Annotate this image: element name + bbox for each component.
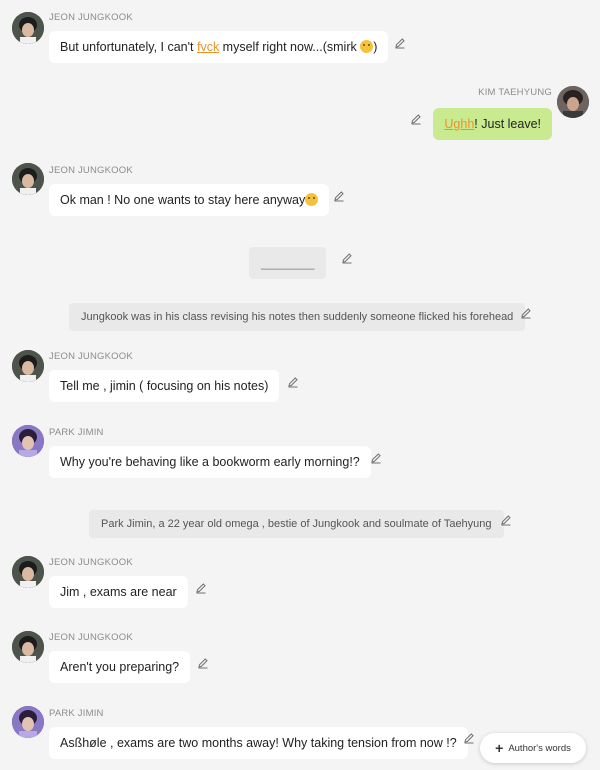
plus-icon: + (495, 740, 504, 756)
jimin-avatar[interactable] (12, 706, 44, 738)
narration-text: Jungkook was in his class revising his n… (69, 303, 526, 331)
message-bubble: Ok man ! No one wants to stay here anywa… (49, 184, 330, 216)
message-bubble: But unfortunately, I can't fvck myself r… (49, 31, 389, 63)
edit-pencil-icon[interactable] (410, 113, 422, 125)
highlighted-word: fvck (196, 40, 220, 54)
sender-name: JEON JUNGKOOK (49, 351, 133, 362)
message-bubble: Tell me , jimin ( focusing on his notes) (49, 370, 280, 402)
rolling-eyes-emoji-icon (305, 193, 319, 206)
message-text: ! Just leave! (474, 117, 541, 131)
message-bubble: Asßhøle , exams are two months away! Why… (49, 727, 468, 759)
message-text: Aren't you preparing? (60, 660, 180, 674)
edit-pencil-icon[interactable] (394, 37, 406, 49)
authors-words-label: Author's words (508, 742, 571, 754)
message-text: Jim , exams are near (60, 585, 177, 599)
message-text: Asßhøle , exams are two months away! Why… (60, 736, 457, 750)
edit-pencil-icon[interactable] (197, 657, 209, 669)
message-bubble: Aren't you preparing? (49, 651, 191, 683)
edit-pencil-icon[interactable] (341, 252, 353, 264)
edit-pencil-icon[interactable] (333, 190, 345, 202)
narration-text: Park Jimin, a 22 year old omega , bestie… (89, 510, 504, 538)
message-bubble: Ughh! Just leave! (433, 108, 552, 140)
message-text: Why you're behaving like a bookworm earl… (60, 455, 360, 469)
jimin-avatar[interactable] (12, 425, 44, 457)
edit-pencil-icon[interactable] (195, 582, 207, 594)
jungkook-avatar[interactable] (12, 12, 44, 44)
edit-pencil-icon[interactable] (500, 514, 512, 526)
blank-bubble: ________ (249, 247, 327, 279)
message-text: ) (373, 40, 378, 54)
jungkook-avatar[interactable] (12, 631, 44, 663)
edit-pencil-icon[interactable] (287, 376, 299, 388)
sender-name: JEON JUNGKOOK (49, 632, 133, 643)
edit-pencil-icon[interactable] (520, 307, 532, 319)
jungkook-avatar[interactable] (12, 350, 44, 382)
smirk-emoji-icon (360, 40, 374, 53)
taehyung-avatar[interactable] (557, 86, 589, 118)
highlighted-word: Ughh (444, 117, 475, 131)
authors-words-button[interactable]: + Author's words (480, 733, 586, 763)
message-text: Ok man ! No one wants to stay here anywa… (60, 193, 306, 207)
sender-name: JEON JUNGKOOK (49, 557, 133, 568)
edit-pencil-icon[interactable] (370, 452, 382, 464)
jungkook-avatar[interactable] (12, 556, 44, 588)
message-bubble: Why you're behaving like a bookworm earl… (49, 446, 371, 478)
message-text: But unfortunately, I can't (60, 40, 197, 54)
sender-name: PARK JIMIN (49, 427, 104, 438)
sender-name: JEON JUNGKOOK (49, 12, 133, 23)
message-text: myself right now...(smirk (219, 40, 361, 54)
jungkook-avatar[interactable] (12, 163, 44, 195)
sender-name: JEON JUNGKOOK (49, 165, 133, 176)
sender-name: KIM TAEHYUNG (478, 87, 552, 98)
message-text: Tell me , jimin ( focusing on his notes) (60, 379, 269, 393)
sender-name: PARK JIMIN (49, 708, 104, 719)
edit-pencil-icon[interactable] (463, 732, 475, 744)
message-bubble: Jim , exams are near (49, 576, 188, 608)
